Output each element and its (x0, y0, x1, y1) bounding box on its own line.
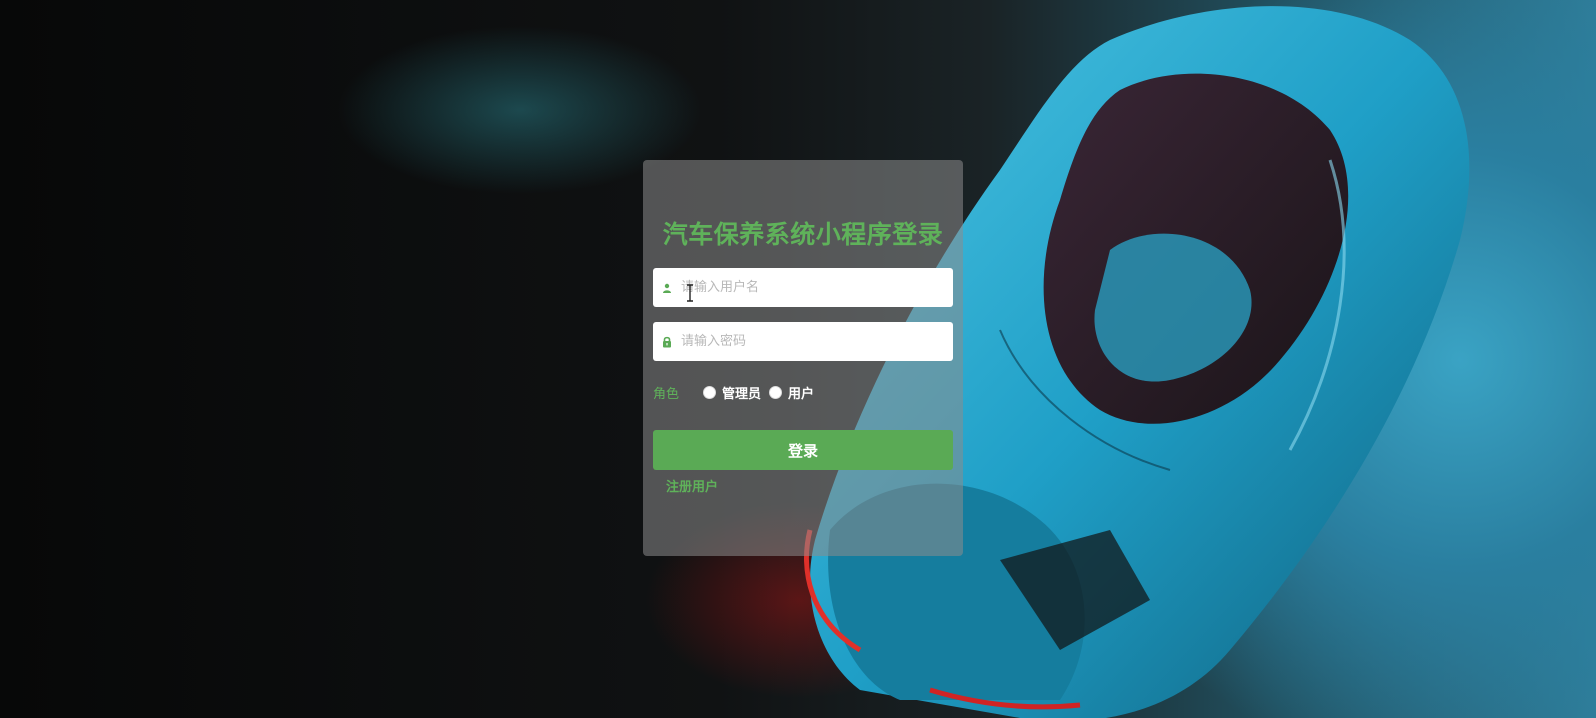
role-selector: 角色 管理员 用户 (653, 382, 822, 402)
page-title: 汽车保养系统小程序登录 (662, 220, 944, 249)
role-option-admin-label: 管理员 (722, 386, 762, 402)
username-field[interactable] (653, 268, 953, 307)
text-cursor-icon (687, 284, 693, 302)
password-input[interactable] (681, 326, 941, 357)
login-button[interactable]: 登录 (653, 430, 953, 470)
radio-user[interactable] (769, 385, 783, 399)
role-label: 角色 (653, 386, 680, 402)
register-link[interactable]: 注册用户 (666, 476, 718, 495)
radio-admin[interactable] (703, 385, 716, 399)
login-page: 汽车保养系统小程序登录 角色 (0, 0, 1596, 718)
login-panel: 汽车保养系统小程序登录 角色 (643, 160, 963, 556)
role-option-user-label: 用户 (788, 386, 815, 402)
role-option-user[interactable]: 用户 (769, 383, 814, 402)
user-icon (653, 268, 681, 307)
lock-icon (653, 322, 681, 361)
role-option-admin[interactable]: 管理员 (703, 383, 761, 402)
password-field[interactable] (653, 322, 953, 361)
username-input[interactable] (681, 272, 941, 303)
